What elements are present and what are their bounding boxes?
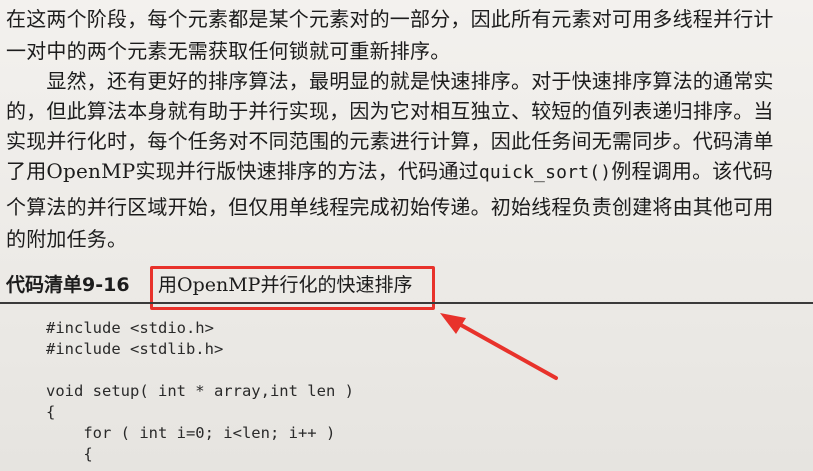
annotation-arrow: [440, 313, 558, 380]
book-page: 在这两个阶段，每个元素都是某个元素对的一部分，因此所有元素对可用多线程并行计 一…: [0, 0, 813, 471]
